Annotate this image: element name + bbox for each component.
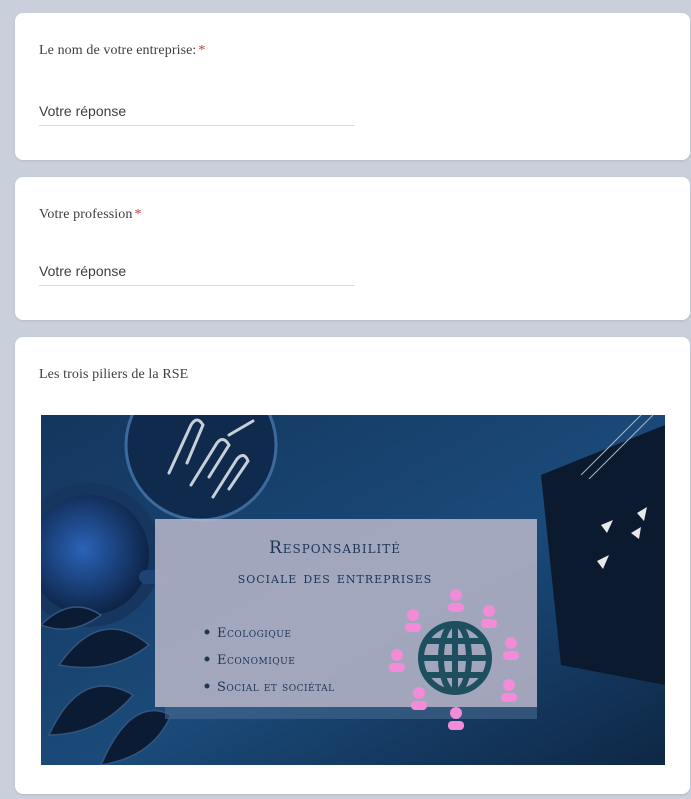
required-asterisk: * bbox=[198, 43, 206, 58]
question-title: Le nom de votre entreprise: * bbox=[39, 43, 206, 58]
image-heading-line1: Responsabilité bbox=[269, 538, 401, 558]
required-asterisk: * bbox=[134, 207, 142, 222]
bullet-dot bbox=[204, 683, 210, 689]
panel-shadow bbox=[165, 707, 537, 719]
question-card-company-name: Le nom de votre entreprise: * Votre répon… bbox=[15, 13, 690, 160]
question-title: Votre profession * bbox=[39, 207, 142, 222]
bullet-dot bbox=[204, 629, 210, 635]
bullet-dot bbox=[204, 656, 210, 662]
image-section-card: Les trois piliers de la RSE Responsabili… bbox=[15, 337, 690, 794]
profession-input[interactable]: Votre réponse bbox=[39, 263, 355, 286]
rse-illustration: Responsabilité sociale des entreprises E… bbox=[41, 415, 665, 765]
bullet-social: Social et sociétal bbox=[217, 680, 335, 695]
bullet-ecologique: Ecologique bbox=[217, 626, 291, 641]
bullet-economique: Economique bbox=[217, 653, 295, 668]
image-section-title: Les trois piliers de la RSE bbox=[39, 367, 189, 382]
company-name-input[interactable]: Votre réponse bbox=[39, 103, 355, 126]
question-card-profession: Votre profession * Votre réponse bbox=[15, 177, 690, 320]
image-heading-line2: sociale des entreprises bbox=[238, 568, 433, 587]
